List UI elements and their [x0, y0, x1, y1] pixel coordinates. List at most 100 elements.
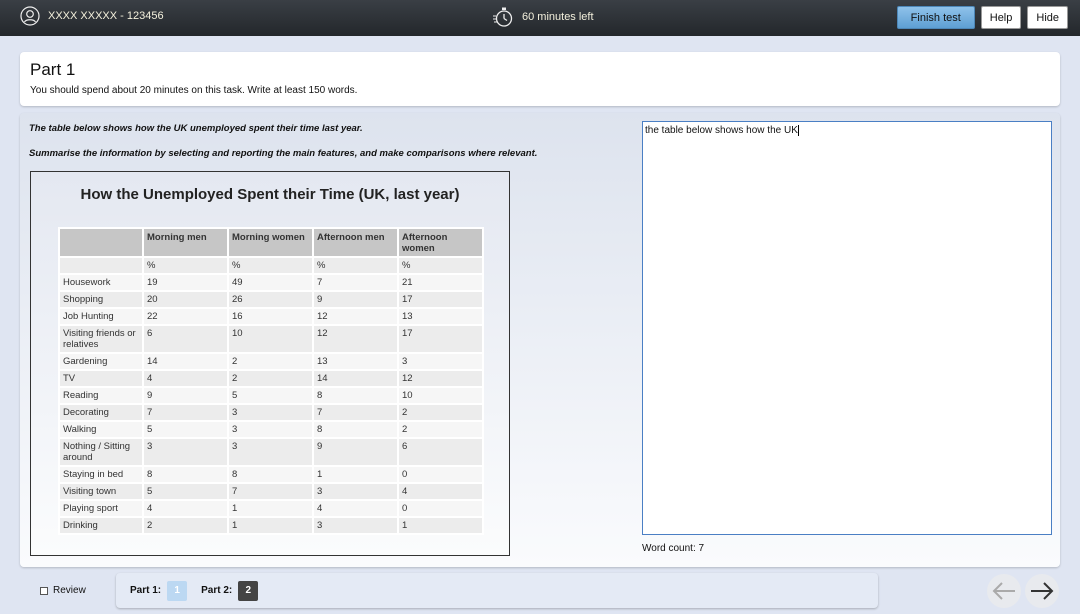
row-label: Playing sport: [58, 499, 144, 518]
table-cell: 16: [227, 307, 314, 326]
table-cell: 22: [142, 307, 229, 326]
column-header: Morning men: [142, 227, 229, 258]
table-cell: 13: [397, 307, 484, 326]
table-cell: 3: [397, 352, 484, 371]
hide-button[interactable]: Hide: [1027, 6, 1068, 29]
table-cell: 2: [142, 516, 229, 535]
table-cell: 19: [142, 273, 229, 292]
table-row: Shopping 20 26 9 17: [58, 290, 484, 309]
table-cell: 3: [227, 403, 314, 422]
row-label: Housework: [58, 273, 144, 292]
arrow-left-icon: [992, 582, 1015, 600]
table-cell: 9: [142, 386, 229, 405]
table-cell: 2: [397, 403, 484, 422]
table-cell: 14: [312, 369, 399, 388]
row-label: Job Hunting: [58, 307, 144, 326]
table-cell: 14: [142, 352, 229, 371]
row-label: Gardening: [58, 352, 144, 371]
user-icon: [20, 6, 40, 26]
row-label: TV: [58, 369, 144, 388]
finish-test-button[interactable]: Finish test: [896, 6, 975, 29]
part-navigation: Part 1: 1 Part 2: 2: [116, 573, 878, 608]
table-cell: 0: [397, 499, 484, 518]
table-title: How the Unemployed Spent their Time (UK,…: [80, 186, 460, 203]
table-cell: 9: [312, 290, 399, 309]
table-row: Decorating 7 3 7 2: [58, 403, 484, 422]
table-cell: 5: [227, 386, 314, 405]
row-label: Drinking: [58, 516, 144, 535]
table-row: Nothing / Sitting around 3 3 9 6: [58, 437, 484, 467]
table-cell: 3: [312, 516, 399, 535]
table-cell: 20: [142, 290, 229, 309]
word-count: Word count: 7: [642, 543, 705, 554]
table-row: %%%%: [58, 256, 484, 275]
task-panel: The table below shows how the UK unemplo…: [20, 113, 1060, 567]
table-cell: 1: [397, 516, 484, 535]
table-cell: 2: [397, 420, 484, 439]
row-label: Reading: [58, 386, 144, 405]
table-cell: 12: [312, 307, 399, 326]
table-cell: 10: [227, 324, 314, 354]
help-button[interactable]: Help: [980, 6, 1022, 29]
table-cell: 6: [142, 324, 229, 354]
row-label: [58, 256, 144, 275]
row-label: Nothing / Sitting around: [58, 437, 144, 467]
table-cell: %: [227, 256, 314, 275]
row-label: Visiting town: [58, 482, 144, 501]
table-row: TV 4 2 14 12: [58, 369, 484, 388]
review-checkbox[interactable]: Review: [40, 585, 86, 596]
table-cell: 7: [312, 403, 399, 422]
next-button[interactable]: [1025, 574, 1059, 608]
previous-button[interactable]: [987, 574, 1021, 608]
table-cell: 26: [227, 290, 314, 309]
table-cell: 5: [142, 482, 229, 501]
table-cell: 4: [312, 499, 399, 518]
part1-label: Part 1:: [130, 585, 162, 596]
table-row: Visiting friends or relatives 6 10 12 17: [58, 324, 484, 354]
row-label: Walking: [58, 420, 144, 439]
part-instructions: You should spend about 20 minutes on thi…: [30, 85, 358, 96]
timer: 60 minutes left: [492, 6, 594, 28]
table-cell: 1: [312, 465, 399, 484]
table-cell: 4: [142, 499, 229, 518]
part2-button[interactable]: 2: [238, 580, 259, 601]
table-cell: 8: [142, 465, 229, 484]
column-header: Afternoon women: [397, 227, 484, 258]
user-name: XXXX XXXXX - 123456: [48, 10, 164, 22]
part2-label: Part 2:: [201, 585, 233, 596]
stopwatch-icon: [493, 7, 513, 27]
table-cell: 1: [227, 499, 314, 518]
table-cell: 8: [312, 420, 399, 439]
text-caret: [797, 125, 799, 136]
table-cell: 3: [227, 437, 314, 467]
table-row: Visiting town 5 7 3 4: [58, 482, 484, 501]
column-header: Afternoon men: [312, 227, 399, 258]
answer-textarea[interactable]: the table below shows how the UK: [642, 121, 1052, 535]
row-label: Decorating: [58, 403, 144, 422]
part-title: Part 1: [30, 60, 76, 79]
data-table: Morning men Morning women Afternoon men Aft…: [58, 227, 484, 535]
column-header: Morning women: [227, 227, 314, 258]
part1-button[interactable]: 1: [167, 580, 188, 601]
answer-text: the table below shows how the UK: [645, 125, 798, 137]
table-cell: 2: [227, 369, 314, 388]
table-cell: %: [397, 256, 484, 275]
part-header: Part 1 You should spend about 20 minutes…: [20, 52, 1060, 106]
table-row: Walking 5 3 8 2: [58, 420, 484, 439]
checkbox-box[interactable]: [40, 586, 48, 595]
table-cell: 4: [397, 482, 484, 501]
table-cell: 49: [227, 273, 314, 292]
row-label: Staying in bed: [58, 465, 144, 484]
arrow-right-icon: [1031, 582, 1054, 600]
table-cell: 3: [142, 437, 229, 467]
table-cell: %: [312, 256, 399, 275]
table-cell: %: [142, 256, 229, 275]
table-cell: 12: [397, 369, 484, 388]
table-cell: 10: [397, 386, 484, 405]
task-prompt-2: Summarise the information by selecting a…: [29, 148, 538, 159]
table-row: Gardening 14 2 13 3: [58, 352, 484, 371]
table-row: Reading 9 5 8 10: [58, 386, 484, 405]
table-cell: 1: [227, 516, 314, 535]
table-cell: 8: [227, 465, 314, 484]
column-header: [58, 227, 144, 258]
